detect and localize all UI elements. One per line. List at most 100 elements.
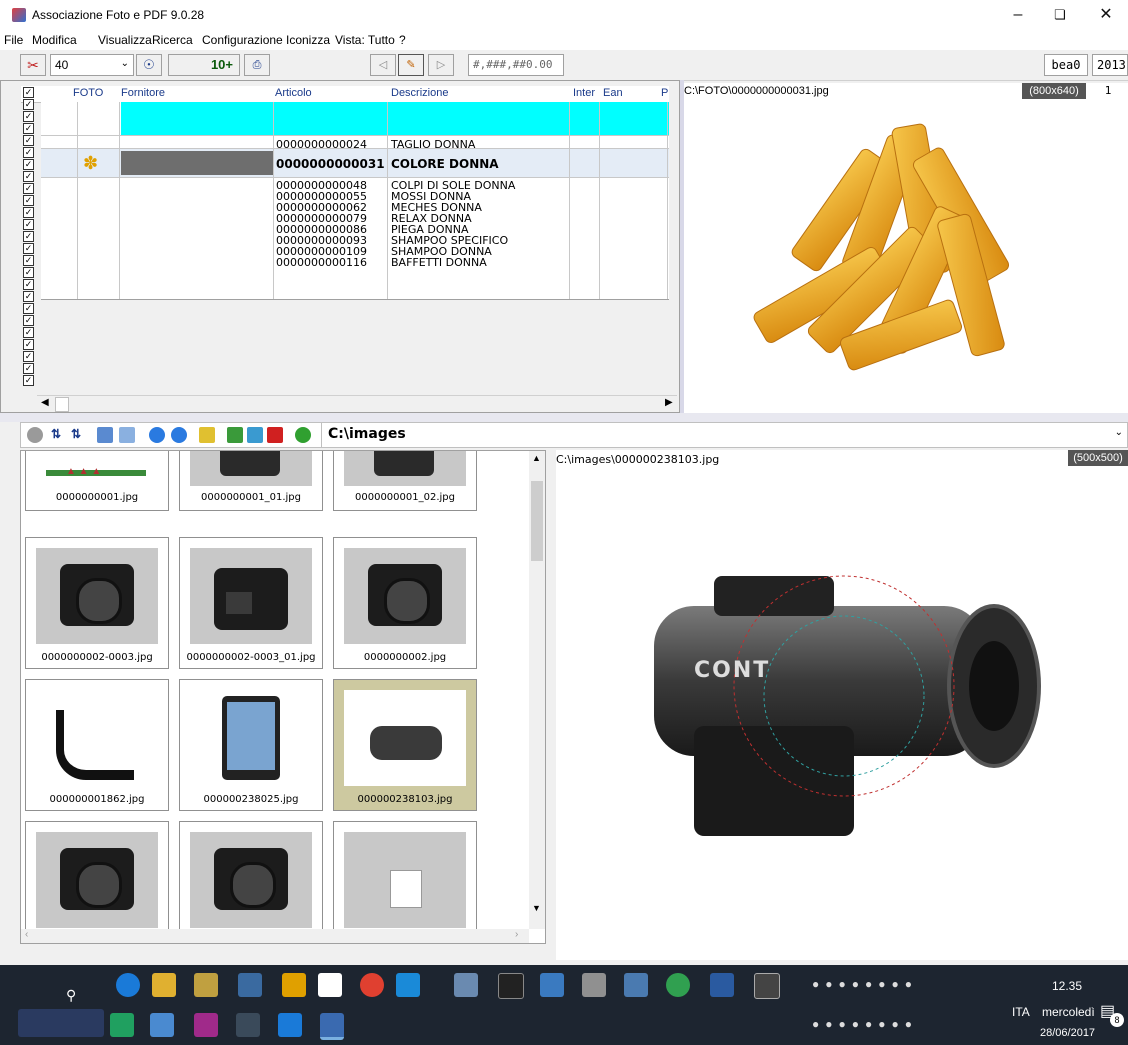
scroll-left-icon[interactable]: ◀ [41, 397, 49, 408]
binoculars-button[interactable]: ☉ [136, 54, 162, 76]
menu-help[interactable]: ? [399, 33, 406, 47]
row-articolo[interactable]: 0000000000024 [276, 138, 367, 151]
thumbnail-item[interactable] [25, 821, 169, 943]
checkbox[interactable]: ✓ [23, 207, 34, 218]
youtube-icon[interactable] [267, 427, 283, 443]
row-articolo[interactable]: 0000000000031 [276, 157, 385, 171]
system-tray-icons-bottom[interactable]: ●●●●●●●● [812, 1017, 982, 1033]
thumbnail-item[interactable]: 0000000002.jpg [333, 537, 477, 669]
terminal-icon[interactable] [498, 973, 524, 999]
app-icon[interactable] [624, 973, 648, 997]
scroll-down-icon[interactable]: ▼ [532, 903, 541, 913]
folder-path-combo[interactable]: C:\images ⌄ [321, 423, 1127, 447]
header-articolo[interactable]: Articolo [275, 87, 312, 99]
menu-modifica[interactable]: Modifica [32, 33, 77, 47]
checkbox[interactable]: ✓ [23, 375, 34, 386]
scroll-thumb[interactable] [55, 397, 69, 412]
horizontal-splitter[interactable] [0, 413, 1128, 422]
word-icon[interactable] [710, 973, 734, 997]
checkbox[interactable]: ✓ [23, 99, 34, 110]
print-button[interactable]: ⎙ [244, 54, 270, 76]
checkbox[interactable]: ✓ [23, 243, 34, 254]
back-icon[interactable] [149, 427, 165, 443]
checkbox[interactable]: ✓ [23, 279, 34, 290]
thumbnail-item-selected[interactable]: 000000238103.jpg [333, 679, 477, 811]
photo-page-field[interactable]: 1 [1088, 83, 1128, 99]
row-descrizione[interactable]: COLORE DONNA [391, 157, 499, 171]
chrome-icon[interactable] [360, 973, 384, 997]
maps-icon[interactable] [227, 427, 243, 443]
forward-icon[interactable] [171, 427, 187, 443]
thumbnail-item[interactable]: 000000238025.jpg [179, 679, 323, 811]
selected-empty-row[interactable] [121, 102, 669, 135]
thumbnail-item[interactable]: ▲ ▲ ▲ 0000000001.jpg [25, 451, 169, 511]
minimize-button[interactable]: – [998, 4, 1038, 26]
checkbox[interactable]: ✓ [23, 315, 34, 326]
search-icon[interactable]: ⚲ [66, 987, 76, 1004]
skype-icon[interactable] [396, 973, 420, 997]
system-tray-icons-top[interactable]: ●●●●●●●● [812, 977, 972, 993]
app-icon[interactable] [282, 973, 306, 997]
close-button[interactable]: ✕ [1086, 4, 1126, 26]
checkbox[interactable]: ✓ [23, 351, 34, 362]
checkbox[interactable]: ✓ [23, 303, 34, 314]
clock-time[interactable]: 12.35 [1052, 979, 1082, 993]
thumbnail-item[interactable]: 0000000001_02.jpg [333, 451, 477, 511]
checkbox[interactable]: ✓ [23, 219, 34, 230]
scroll-left-icon[interactable]: ‹ [25, 929, 28, 940]
network-icon[interactable] [540, 973, 564, 997]
scroll-right-icon[interactable]: ▶ [665, 397, 673, 408]
thumbnails-view-icon[interactable] [97, 427, 113, 443]
vertical-scrollbar[interactable]: ▲ ▼ [529, 451, 545, 929]
language-indicator[interactable]: ITA [1012, 1005, 1030, 1019]
app-icon[interactable] [666, 973, 690, 997]
checkbox[interactable]: ✓ [23, 183, 34, 194]
preview-splitter[interactable] [546, 450, 556, 960]
next-button[interactable]: ▷ [428, 54, 454, 76]
webcam-icon[interactable] [247, 427, 263, 443]
checkbox[interactable]: ✓ [23, 339, 34, 350]
settings-gear-icon[interactable] [582, 973, 606, 997]
list-view-icon[interactable] [119, 427, 135, 443]
header-descrizione[interactable]: Descrizione [391, 87, 448, 99]
row-descrizione[interactable]: BAFFETTI DONNA [391, 256, 487, 269]
checkbox[interactable]: ✓ [23, 363, 34, 374]
menu-file[interactable]: File [4, 33, 23, 47]
checkbox[interactable]: ✓ [23, 123, 34, 134]
folder-up-icon[interactable] [199, 427, 215, 443]
app-icon[interactable] [238, 973, 262, 997]
edit-button[interactable]: ✎ [398, 54, 424, 76]
menu-configurazione[interactable]: Configurazione [202, 33, 283, 47]
header-ean[interactable]: Ean [603, 87, 623, 99]
scroll-thumb[interactable] [531, 481, 543, 561]
checkbox[interactable]: ✓ [23, 111, 34, 122]
app-icon[interactable] [454, 973, 478, 997]
scroll-up-icon[interactable]: ▲ [532, 453, 541, 463]
menu-visualizza[interactable]: Visualizza [98, 33, 152, 47]
checkbox[interactable]: ✓ [23, 267, 34, 278]
checkbox[interactable]: ✓ [23, 231, 34, 242]
store-icon[interactable] [318, 973, 342, 997]
thumbnail-item[interactable] [179, 821, 323, 943]
menu-ricerca[interactable]: Ricerca [152, 33, 193, 47]
edge-icon[interactable] [116, 973, 140, 997]
clock-date[interactable]: 28/06/2017 [1040, 1027, 1095, 1039]
app-icon[interactable] [236, 1013, 260, 1037]
app-icon[interactable] [110, 1013, 134, 1037]
sort-za-icon[interactable]: ⇅ [71, 427, 87, 443]
thumbnail-item[interactable]: 0000000002-0003_01.jpg [179, 537, 323, 669]
thumbnail-item[interactable]: 0000000002-0003.jpg [25, 537, 169, 669]
clock-day[interactable]: mercoledì [1042, 1005, 1095, 1019]
thumbnail-item[interactable]: 000000001862.jpg [25, 679, 169, 811]
year-field[interactable]: 2013 [1092, 54, 1128, 76]
checkbox[interactable]: ✓ [23, 135, 34, 146]
horizontal-scrollbar[interactable]: ◀ ▶ [37, 395, 677, 412]
format-field[interactable]: #,###,##0.00 [468, 54, 564, 76]
header-foto[interactable]: FOTO [73, 87, 103, 99]
app-icon[interactable] [150, 1013, 174, 1037]
disk-icon[interactable] [27, 427, 43, 443]
header-inter[interactable]: Inter [573, 87, 595, 99]
checkbox[interactable]: ✓ [23, 291, 34, 302]
count-select[interactable]: 40 ⌄ [50, 54, 134, 76]
clear-filter-button[interactable]: ✂ [20, 54, 46, 76]
